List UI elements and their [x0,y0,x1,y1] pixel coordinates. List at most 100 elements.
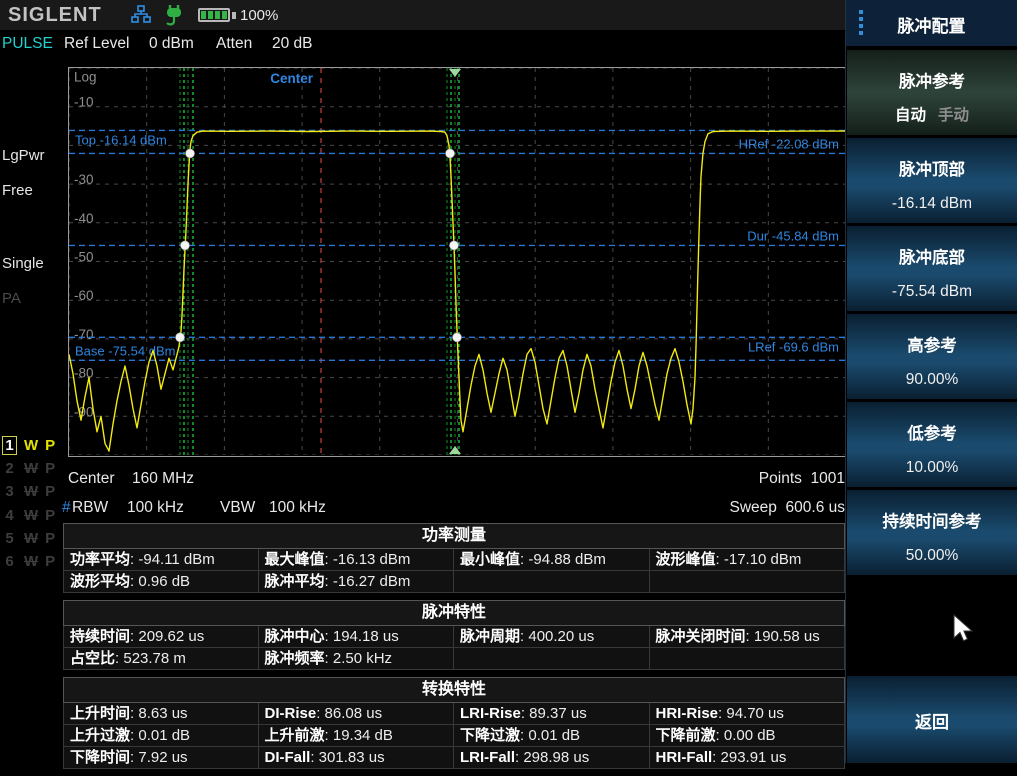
ref-level-label: Ref Level [64,35,129,53]
menu-button-2[interactable]: 脉冲顶部 -16.14 dBm [847,138,1017,223]
menu-button-value: 自动手动 [847,106,1017,126]
menu-button-3[interactable]: 脉冲底部-75.54 dBm [847,226,1017,311]
crossing-marker [453,333,462,342]
mouse-cursor [950,614,978,649]
table-section-title: 功率测量 [63,523,845,549]
ref-label-lref: LRef -69.6 dBm [748,339,839,354]
trace-number: 4 [2,506,17,525]
table-cell: 上升前激: 19.34 dB [259,725,455,747]
center-freq-value[interactable]: 160 MHz [132,470,194,488]
ref-label-top: Top -16.14 dBm [75,132,167,147]
table-cell: LRI-Rise: 89.37 us [454,703,650,725]
table-cell: 上升过激: 0.01 dB [63,725,259,747]
table-section-2: 脉冲特性持续时间: 209.62 us脉冲中心: 194.18 us脉冲周期: … [63,600,845,670]
table-cell: 下降时间: 7.92 us [63,747,259,769]
battery-tip [232,12,236,19]
trace-p-flag: P [45,437,55,454]
center-freq-label: Center [68,470,115,488]
menu-button-5[interactable]: 低参考10.00% [847,402,1017,487]
menu-button-title: 持续时间参考 [847,511,1017,533]
trace-indicator-6[interactable]: 6WP [2,552,55,572]
annunciator-pa[interactable]: PA [2,290,21,307]
trace-indicator-2[interactable]: 2WP [2,459,55,479]
table-cell: LRI-Fall: 298.98 us [454,747,650,769]
measurement-status-bar: PULSE Ref Level 0 dBm Atten 20 dB [0,33,845,57]
sweep-value: 600.6 us [786,499,845,516]
table-cell: HRI-Rise: 94.70 us [650,703,846,725]
y-axis-label: -30 [74,172,94,187]
table-cell: 脉冲关闭时间: 190.58 us [650,626,846,648]
menu-button-value: 90.00% [847,370,1017,390]
trace-indicator-5[interactable]: 5WP [2,529,55,549]
pulse-trace-plot[interactable]: Log-10-30-40-50-60-70-80-90CenterTop -16… [68,67,847,457]
toggle-option[interactable]: 自动 [895,107,926,124]
points-value: 1001 [811,470,845,487]
table-cell: DI-Fall: 301.83 us [259,747,455,769]
menu-header: 脉冲配置 [846,0,1017,46]
y-axis-label: -50 [74,250,94,265]
menu-button-1[interactable]: 脉冲参考自动手动 [847,50,1017,135]
annunciator-single[interactable]: Single [2,255,44,272]
menu-button-title: 脉冲参考 [847,71,1017,93]
crossing-marker [181,241,190,250]
table-cell: HRI-Fall: 293.91 us [650,747,846,769]
trace-number: 2 [2,459,17,478]
table-cell: 波形峰值: -17.10 dBm [650,549,846,571]
table-cell: 功率平均: -94.11 dBm [63,549,259,571]
soft-menu-sidebar: 脉冲配置 脉冲参考自动手动脉冲顶部 -16.14 dBm 脉冲底部-75.54 dB… [845,0,1017,763]
trace-p-flag: P [45,553,55,570]
menu-button-title: 高参考 [847,335,1017,357]
trace-p-flag: P [45,530,55,547]
menu-button-6[interactable]: 持续时间参考50.00% [847,490,1017,575]
table-cell: 脉冲平均: -16.27 dBm [259,571,455,593]
table-row: 持续时间: 209.62 us脉冲中心: 194.18 us脉冲周期: 400.… [63,626,845,648]
trace-indicator-3[interactable]: 3WP [2,482,55,502]
trace-number: 6 [2,552,17,571]
network-lan-icon [131,5,151,30]
sweep-readout[interactable]: Sweep 600.6 us [730,499,846,517]
atten-label: Atten [216,35,252,53]
table-cell: 下降过激: 0.01 dB [454,725,650,747]
y-axis-label: -10 [74,95,94,110]
ref-level-value[interactable]: 0 dBm [149,35,194,53]
atten-value[interactable]: 20 dB [272,35,313,53]
trace-indicator-1[interactable]: 1WP [2,436,55,456]
menu-title: 脉冲配置 [846,12,1017,37]
trace-indicator-4[interactable]: 4WP [2,506,55,526]
table-row: 占空比: 523.78 m脉冲频率: 2.50 kHz [63,648,845,670]
table-cell: DI-Rise: 86.08 us [259,703,455,725]
center-marker-label: Center [270,71,314,86]
rbw-value[interactable]: 100 kHz [127,499,184,517]
menu-button-4[interactable]: 高参考 90.00% [847,314,1017,399]
table-row: 功率平均: -94.11 dBm最大峰值: -16.13 dBm最小峰值: -9… [63,549,845,571]
trace-write-flag: W [24,530,38,547]
table-row: 上升时间: 8.63 usDI-Rise: 86.08 usLRI-Rise: … [63,703,845,725]
table-cell: 波形平均: 0.96 dB [63,571,259,593]
trace-number: 1 [2,436,17,455]
y-axis-label: -70 [74,327,94,342]
table-cell: 占空比: 523.78 m [63,648,259,670]
annunciator-free[interactable]: Free [2,182,33,199]
trace-write-flag: W [24,483,38,500]
y-axis-label: Log [74,70,97,85]
rbw-coupled-hash: # [62,499,71,517]
menu-button-title: 脉冲顶部 [847,159,1017,181]
trace-write-flag: W [24,553,38,570]
trace-canvas: Log-10-30-40-50-60-70-80-90CenterTop -16… [69,68,846,455]
battery-icon [198,8,230,22]
y-axis-label: -60 [74,288,94,303]
menu-button-value: -16.14 dBm [847,194,1017,214]
toggle-option[interactable]: 手动 [938,107,969,124]
table-cell-empty [650,571,846,593]
annunciator-lgpwr[interactable]: LgPwr [2,147,45,164]
battery-percent: 100% [240,7,278,24]
back-button[interactable]: 返回 [847,676,1017,763]
trace-number: 3 [2,482,17,501]
points-readout[interactable]: Points 1001 [759,470,845,488]
vbw-value[interactable]: 100 kHz [269,499,326,517]
vbw-label: VBW [220,499,255,517]
y-axis-label: -80 [74,366,94,381]
menu-button-value: 10.00% [847,458,1017,478]
pulse-measurement-table: 功率测量功率平均: -94.11 dBm最大峰值: -16.13 dBm最小峰值… [63,523,845,776]
crossing-marker [446,149,455,158]
